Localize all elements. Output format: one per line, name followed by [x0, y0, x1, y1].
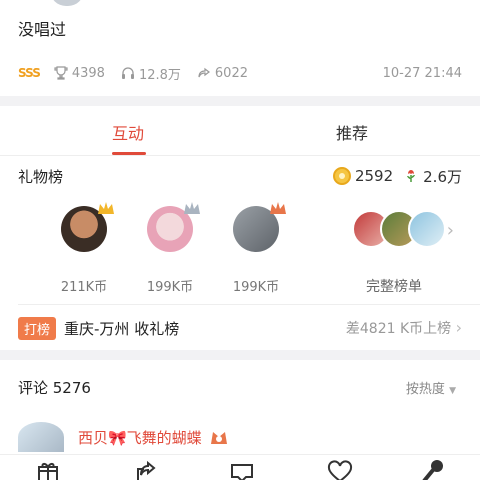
publish-time: 10-27 21:44: [382, 65, 462, 81]
avatar[interactable]: [18, 422, 64, 452]
trophy-count: 4398: [54, 66, 105, 81]
ranking-diff-text: 差4821 K币上榜: [345, 321, 452, 337]
rank-item-1[interactable]: 211K币: [44, 202, 124, 295]
coin-total: 2592: [354, 167, 394, 185]
listen-value: 12.8万: [138, 67, 181, 83]
heart-icon[interactable]: [326, 459, 354, 480]
rank-coins: 211K币: [60, 280, 108, 295]
sort-label: 按热度: [405, 381, 445, 397]
ranking-city: 重庆-万州 收礼榜: [64, 319, 180, 338]
avatar: [61, 202, 114, 252]
level-badge: SSS: [18, 66, 41, 80]
comment-header: 评论 5276 按热度 ▼: [18, 376, 456, 398]
share-count: 6022: [197, 66, 248, 81]
full-list-label: 完整榜单: [366, 279, 422, 295]
full-list-link[interactable]: › 完整榜单: [352, 206, 462, 296]
trophy-icon: [54, 66, 68, 80]
gift-icon[interactable]: [34, 459, 62, 480]
avatar: [233, 202, 286, 252]
avatar: [408, 210, 446, 248]
gift-ranking-row: 211K币 199K币 199K币 › 完整榜单: [0, 202, 480, 298]
comment-item: 西贝🎀飞舞的蝴蝶: [18, 422, 230, 452]
tab-bar: 互动 推荐: [0, 108, 480, 156]
song-meta: SSS 4398 12.8万 6022 10-27 21:44: [18, 62, 462, 84]
share-icon: [198, 67, 210, 78]
coin-icon: [332, 167, 351, 185]
bottom-action-bar: [0, 454, 480, 480]
chevron-right-icon: ›: [446, 220, 454, 241]
song-title: 没唱过: [18, 20, 67, 39]
tab-recommend[interactable]: 推荐: [336, 120, 368, 144]
ranking-diff: 差4821 K币上榜 ›: [346, 318, 462, 338]
silver-crown-icon: [184, 202, 200, 214]
rank-item-3[interactable]: 199K币: [216, 202, 296, 295]
full-list-avatars: [352, 206, 462, 252]
caret-down-icon: ▼: [449, 385, 456, 396]
gift-header: 礼物榜 2592 2.6万: [18, 164, 462, 188]
gold-crown-icon: [98, 202, 114, 214]
singer-avatar[interactable]: [50, 0, 84, 6]
headphones-icon: [121, 67, 134, 79]
avatar: [147, 202, 200, 252]
share-value: 6022: [214, 65, 248, 81]
flower-total: 2.6万: [423, 167, 462, 186]
rank-coins: 199K币: [146, 280, 194, 295]
gift-list-title: 礼物榜: [18, 167, 64, 186]
section-gap: [0, 350, 480, 360]
comment-username[interactable]: 西贝🎀飞舞的蝴蝶: [78, 427, 202, 448]
trophy-value: 4398: [71, 65, 105, 81]
city-ranking-bar[interactable]: 打榜 重庆-万州 收礼榜 差4821 K币上榜 ›: [18, 316, 462, 340]
listen-count: 12.8万: [121, 64, 181, 83]
active-tab-indicator: [112, 152, 146, 155]
ranking-badge: 打榜: [18, 316, 57, 340]
microphone-icon[interactable]: [418, 459, 446, 480]
rank-coins: 199K币: [232, 280, 280, 295]
divider: [18, 304, 480, 305]
bronze-crown-icon: [270, 202, 286, 214]
chevron-right-icon: ›: [455, 318, 462, 337]
share-icon[interactable]: [132, 459, 160, 480]
comment-count: 评论 5276: [18, 378, 91, 397]
rank-item-2[interactable]: 199K币: [130, 202, 210, 295]
tab-interaction[interactable]: 互动: [112, 120, 144, 144]
badge-icon: [210, 432, 227, 444]
gift-stats[interactable]: 2592 2.6万: [332, 166, 462, 187]
flower-icon: [407, 170, 416, 182]
comment-icon[interactable]: [228, 459, 256, 480]
section-gap: [0, 96, 480, 106]
sort-dropdown[interactable]: 按热度 ▼: [406, 378, 456, 397]
